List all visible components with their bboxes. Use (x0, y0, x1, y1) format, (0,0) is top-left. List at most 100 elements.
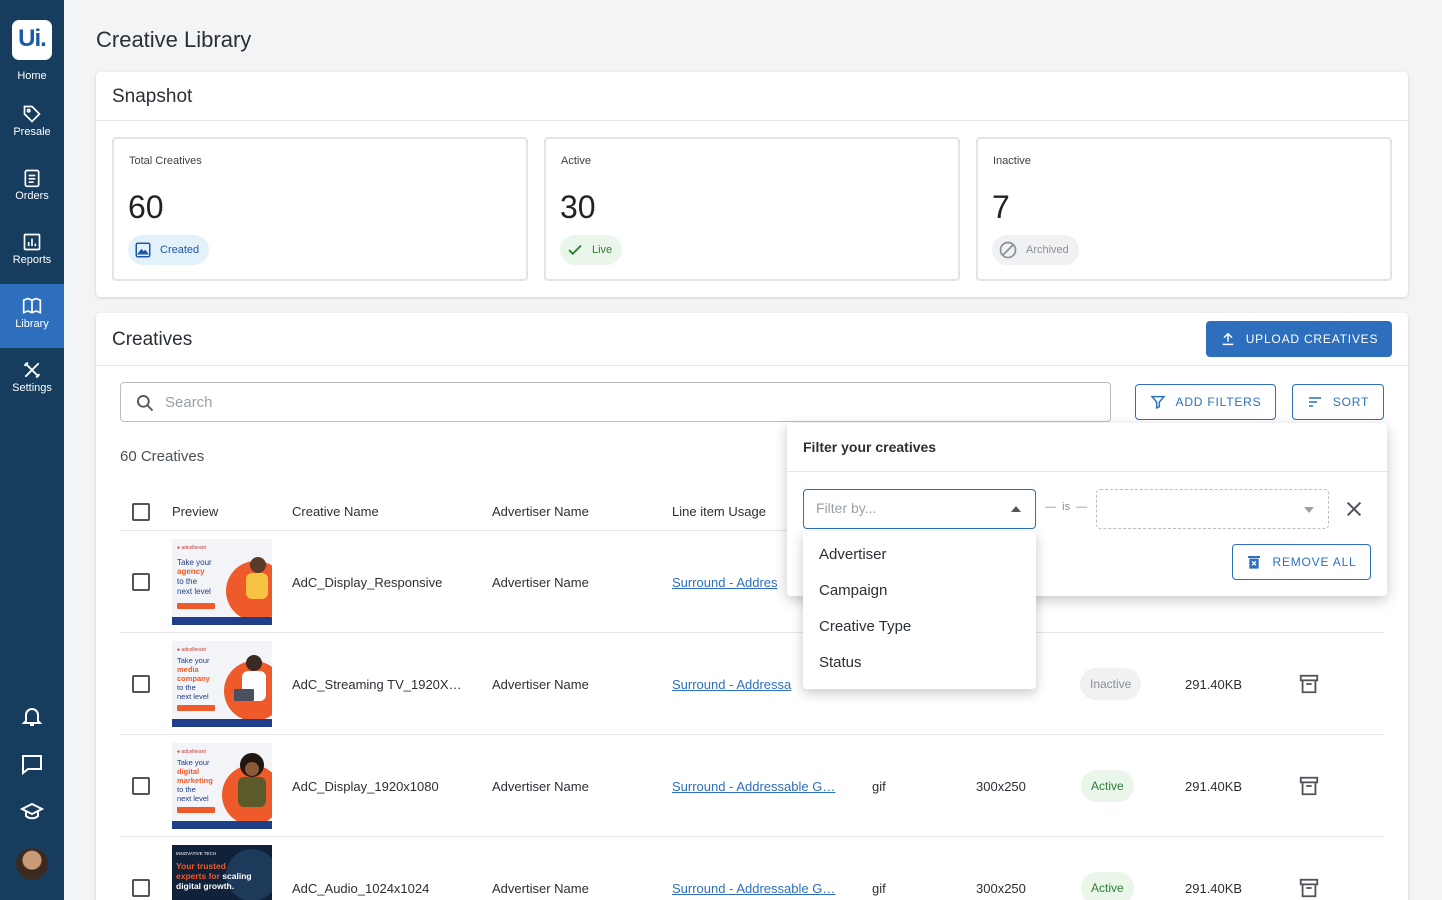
row-checkbox[interactable] (132, 879, 150, 897)
sidebar-item-label: Orders (15, 190, 49, 202)
sidebar-item-orders[interactable]: Orders (0, 156, 64, 220)
stat-card-inactive: Inactive 7 Archived (976, 137, 1392, 281)
filter-by-menu: Advertiser Campaign Creative Type Status (803, 531, 1036, 689)
creative-size: 300x250 (976, 779, 1026, 794)
row-checkbox[interactable] (132, 573, 150, 591)
filter-by-select[interactable]: Filter by... (803, 489, 1036, 529)
svg-text:Take your: Take your (177, 558, 212, 567)
creative-thumbnail[interactable]: ● adcellerant Take your agency to the ne… (172, 539, 272, 625)
sidebar-item-settings[interactable]: Settings (0, 348, 64, 412)
menu-item-campaign[interactable]: Campaign (819, 582, 887, 599)
search-field[interactable] (120, 382, 1111, 422)
svg-text:Take your: Take your (177, 656, 210, 665)
graduation-cap-icon[interactable] (20, 800, 44, 824)
image-icon (135, 242, 151, 258)
close-icon[interactable] (1343, 498, 1365, 520)
sidebar-item-presale[interactable]: Presale (0, 92, 64, 156)
creative-name: AdC_Display_1920x1080 (292, 779, 439, 794)
menu-item-status[interactable]: Status (819, 654, 862, 671)
status-badge: Live (560, 235, 623, 265)
creative-thumbnail[interactable]: ● adcellerant Take your digital marketin… (172, 743, 272, 829)
line-item-link[interactable]: Surround - Addressa (672, 677, 791, 692)
column-header-advertiser[interactable]: Advertiser Name (492, 504, 589, 519)
svg-text:digital: digital (177, 767, 199, 776)
svg-text:media: media (177, 665, 200, 674)
block-icon (999, 241, 1017, 259)
row-checkbox[interactable] (132, 777, 150, 795)
creative-size: 300x250 (976, 881, 1026, 896)
sidebar-item-label: Reports (12, 254, 52, 266)
operator-label: — is — (1045, 501, 1088, 513)
sort-button[interactable]: SORT (1292, 384, 1384, 420)
status-badge: Active (1081, 872, 1134, 900)
svg-text:Your trusted: Your trusted (176, 861, 226, 871)
creative-name: AdC_Audio_1024x1024 (292, 881, 430, 896)
select-all-checkbox[interactable] (132, 503, 150, 521)
button-label: REMOVE ALL (1272, 555, 1357, 569)
chip-label: Live (592, 244, 613, 256)
stat-card-active: Active 30 Live (544, 137, 960, 281)
sort-icon (1308, 397, 1321, 407)
stat-value: 60 (128, 189, 164, 225)
svg-text:experts for scaling: experts for scaling (176, 871, 252, 881)
filter-value-select[interactable] (1096, 489, 1329, 529)
sidebar-item-reports[interactable]: Reports (0, 220, 64, 284)
row-checkbox[interactable] (132, 675, 150, 693)
column-header-preview[interactable]: Preview (172, 504, 218, 519)
file-size: 291.40KB (1185, 881, 1243, 896)
menu-item-advertiser[interactable]: Advertiser (819, 546, 887, 563)
stat-value: 7 (992, 189, 1010, 225)
avatar[interactable] (16, 848, 48, 880)
creative-thumbnail[interactable]: INNOVATIVE TECH Your trusted experts for… (172, 845, 272, 900)
status-badge: Inactive (1080, 668, 1142, 700)
remove-all-button[interactable]: REMOVE ALL (1232, 544, 1371, 580)
search-input[interactable] (165, 391, 1065, 413)
svg-text:to the: to the (177, 785, 196, 794)
sidebar-item-label: Settings (12, 382, 52, 394)
sidebar-item-label: Library (15, 318, 49, 330)
sidebar-item-home[interactable]: Home (0, 16, 64, 82)
menu-item-creative-type[interactable]: Creative Type (819, 618, 911, 635)
add-filters-button[interactable]: ADD FILTERS (1135, 384, 1276, 420)
caret-up-icon (1011, 506, 1021, 512)
filter-by-placeholder: Filter by... (816, 500, 877, 516)
line-item-link[interactable]: Surround - Addres (672, 575, 778, 590)
sidebar-item-label: Presale (13, 126, 51, 138)
trash-icon (1248, 556, 1261, 569)
status-badge: Created (128, 235, 210, 265)
svg-text:● adcellerant: ● adcellerant (177, 749, 206, 755)
tag-icon (23, 105, 41, 123)
column-header-name[interactable]: Creative Name (292, 504, 379, 519)
chat-icon[interactable] (20, 752, 44, 776)
sidebar-item-label: Home (17, 70, 47, 82)
button-label: UPLOAD CREATIVES (1245, 332, 1379, 346)
ad-preview-image: INNOVATIVE TECH Your trusted experts for… (172, 845, 272, 900)
ad-preview-image: ● adcellerant Take your digital marketin… (172, 743, 272, 829)
bell-icon[interactable] (20, 704, 44, 728)
archive-icon[interactable] (1298, 775, 1320, 797)
stat-card-total: Total Creatives 60 Created (112, 137, 528, 281)
creatives-count: 60 Creatives (120, 448, 205, 465)
svg-text:agency: agency (177, 567, 205, 576)
line-item-link[interactable]: Surround - Addressable G… (672, 779, 835, 794)
column-header-line-item[interactable]: Line item Usage (672, 504, 766, 519)
divider (96, 365, 1408, 366)
divider (787, 471, 1387, 472)
divider (120, 836, 1384, 837)
filter-icon (1149, 395, 1166, 410)
advertiser-name: Advertiser Name (492, 779, 589, 794)
button-label: ADD FILTERS (1175, 395, 1262, 409)
creative-thumbnail[interactable]: ● adcellerant Take your media company to… (172, 641, 272, 727)
clipboard-icon (24, 169, 40, 188)
archive-icon[interactable] (1298, 877, 1320, 899)
chevron-down-icon (1304, 507, 1314, 513)
upload-creatives-button[interactable]: UPLOAD CREATIVES (1206, 321, 1392, 357)
line-item-link[interactable]: Surround - Addressable G… (672, 881, 835, 896)
sidebar-item-library[interactable]: Library (0, 284, 64, 348)
svg-text:Take your: Take your (177, 758, 210, 767)
sidebar: Ui. Home Presale Orders Reports Library … (0, 0, 64, 900)
divider (120, 632, 1384, 633)
stat-label: Inactive (993, 155, 1031, 167)
creative-name: AdC_Display_Responsive (292, 575, 443, 590)
archive-icon[interactable] (1298, 673, 1320, 695)
